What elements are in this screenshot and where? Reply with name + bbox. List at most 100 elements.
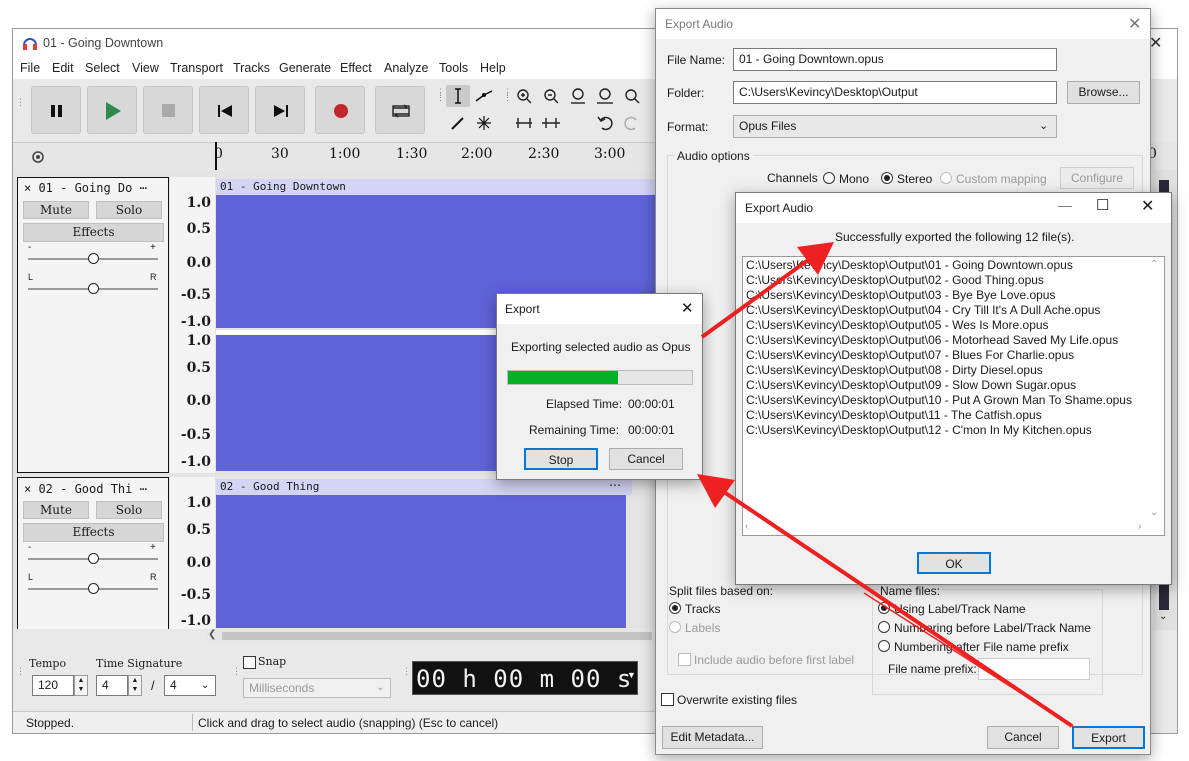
stereo-radio[interactable] bbox=[881, 172, 893, 184]
gain-slider-thumb[interactable] bbox=[88, 553, 99, 564]
close-icon[interactable]: ✕ bbox=[1141, 196, 1154, 216]
multi-tool-icon[interactable] bbox=[472, 112, 496, 134]
export-cancel-button[interactable]: Cancel bbox=[987, 726, 1059, 749]
file-list-item[interactable]: C:\Users\Kevincy\Desktop\Output\01 - Goi… bbox=[746, 258, 1146, 273]
loop-button[interactable] bbox=[375, 86, 425, 134]
redo-icon[interactable] bbox=[620, 112, 644, 134]
edit-grip[interactable]: ⋮ ⋮ bbox=[503, 88, 512, 130]
cancel-export-button[interactable]: Cancel bbox=[609, 448, 683, 470]
menu-analyze[interactable]: Analyze bbox=[384, 61, 428, 75]
fit-selection-icon[interactable] bbox=[566, 85, 590, 107]
menu-tools[interactable]: Tools bbox=[439, 61, 468, 75]
file-list-item[interactable]: C:\Users\Kevincy\Desktop\Output\05 - Wes… bbox=[746, 318, 1146, 333]
file-list-item[interactable]: C:\Users\Kevincy\Desktop\Output\04 - Cry… bbox=[746, 303, 1146, 318]
browse-button[interactable]: Browse... bbox=[1067, 81, 1140, 104]
include-audio-checkbox[interactable] bbox=[678, 653, 691, 666]
solo-button[interactable]: Solo bbox=[96, 201, 162, 219]
record-button[interactable] bbox=[315, 86, 365, 134]
effects-button[interactable]: Effects bbox=[23, 523, 164, 542]
file-list-item[interactable]: C:\Users\Kevincy\Desktop\Output\09 - Slo… bbox=[746, 378, 1146, 393]
maximize-icon[interactable]: ☐ bbox=[1096, 196, 1109, 214]
tools-grip[interactable]: ⋮ ⋮ bbox=[436, 88, 445, 130]
gain-slider-thumb[interactable] bbox=[88, 253, 99, 264]
snap-grip[interactable]: ⋮ bbox=[232, 667, 241, 689]
stop-button[interactable] bbox=[143, 86, 193, 134]
close-icon[interactable]: ✕ bbox=[1128, 14, 1141, 34]
menu-generate[interactable]: Generate bbox=[279, 61, 331, 75]
file-list-item[interactable]: C:\Users\Kevincy\Desktop\Output\03 - Bye… bbox=[746, 288, 1146, 303]
timeline-settings-icon[interactable] bbox=[29, 148, 47, 166]
name-opt3-radio[interactable] bbox=[878, 640, 890, 652]
menu-help[interactable]: Help bbox=[480, 61, 506, 75]
draw-tool-icon[interactable] bbox=[446, 112, 470, 134]
clip-header[interactable]: 01 - Going Downtown bbox=[216, 179, 656, 195]
scroll-down-icon[interactable]: ⌄ bbox=[1150, 507, 1158, 518]
file-name-input[interactable]: 01 - Going Downtown.opus bbox=[733, 48, 1057, 71]
file-list-item[interactable]: C:\Users\Kevincy\Desktop\Output\07 - Blu… bbox=[746, 348, 1146, 363]
custom-mapping-radio[interactable] bbox=[940, 172, 952, 184]
export-button[interactable]: Export bbox=[1072, 726, 1145, 749]
close-icon[interactable]: ✕ bbox=[681, 299, 694, 317]
menu-edit[interactable]: Edit bbox=[52, 61, 74, 75]
mono-radio[interactable] bbox=[823, 172, 835, 184]
toolbar-grip[interactable]: ⋮ bbox=[16, 98, 25, 120]
name-opt2-radio[interactable] bbox=[878, 621, 890, 633]
timesig-spinner-icon[interactable]: ▲ ▼ bbox=[128, 675, 142, 696]
envelope-tool-icon[interactable] bbox=[472, 85, 496, 107]
silence-icon[interactable] bbox=[539, 112, 563, 134]
caret-down-icon[interactable]: ▼ bbox=[627, 670, 636, 680]
scroll-left-icon[interactable]: ‹ bbox=[745, 521, 748, 532]
format-select[interactable]: Opus Files ⌄ bbox=[733, 115, 1057, 138]
timesig-numerator-field[interactable]: 4 bbox=[96, 675, 128, 696]
split-tracks-radio[interactable] bbox=[669, 602, 681, 614]
pan-slider-thumb[interactable] bbox=[88, 283, 99, 294]
file-list-item[interactable]: C:\Users\Kevincy\Desktop\Output\11 - The… bbox=[746, 408, 1146, 423]
snap-checkbox[interactable] bbox=[243, 656, 256, 669]
skip-end-button[interactable] bbox=[255, 86, 305, 134]
menu-tracks[interactable]: Tracks bbox=[233, 61, 270, 75]
main-close-icon[interactable]: ✕ bbox=[1149, 33, 1162, 53]
name-opt1-radio[interactable] bbox=[878, 602, 890, 614]
file-list-item[interactable]: C:\Users\Kevincy\Desktop\Output\10 - Put… bbox=[746, 393, 1146, 408]
split-labels-radio[interactable] bbox=[669, 621, 681, 633]
minimize-icon[interactable]: — bbox=[1058, 197, 1072, 213]
overwrite-checkbox[interactable] bbox=[661, 693, 674, 706]
time-display[interactable]: 00 h 00 m 00 s ▼ bbox=[412, 661, 638, 695]
file-list-item[interactable]: C:\Users\Kevincy\Desktop\Output\06 - Mot… bbox=[746, 333, 1146, 348]
selection-tool-icon[interactable] bbox=[446, 85, 470, 107]
waveform-left[interactable] bbox=[216, 495, 626, 628]
zoom-in-icon[interactable] bbox=[512, 85, 536, 107]
play-button[interactable] bbox=[87, 86, 137, 134]
mute-button[interactable]: Mute bbox=[23, 501, 89, 519]
stop-export-button[interactable]: Stop bbox=[524, 448, 598, 470]
fit-project-icon[interactable] bbox=[593, 85, 617, 107]
tempo-grip[interactable]: ⋮ bbox=[16, 667, 25, 689]
track-name-header[interactable]: × 02 - Good Thi ⋯ bbox=[24, 482, 147, 496]
zoom-out-icon[interactable] bbox=[539, 85, 563, 107]
track-name-header[interactable]: × 01 - Going Do ⋯ bbox=[24, 181, 147, 195]
clip-menu-icon[interactable]: ⋯ bbox=[609, 478, 621, 492]
edit-metadata-button[interactable]: Edit Metadata... bbox=[662, 726, 763, 749]
file-list-item[interactable]: C:\Users\Kevincy\Desktop\Output\12 - C'm… bbox=[746, 423, 1146, 438]
file-list-item[interactable]: C:\Users\Kevincy\Desktop\Output\02 - Goo… bbox=[746, 273, 1146, 288]
ok-button[interactable]: OK bbox=[917, 552, 991, 574]
menu-view[interactable]: View bbox=[132, 61, 159, 75]
tempo-field[interactable]: 120 bbox=[32, 675, 74, 696]
solo-button[interactable]: Solo bbox=[96, 501, 162, 519]
folder-input[interactable]: C:\Users\Kevincy\Desktop\Output bbox=[733, 81, 1057, 104]
prefix-input[interactable] bbox=[978, 658, 1090, 680]
menu-transport[interactable]: Transport bbox=[170, 61, 223, 75]
skip-start-button[interactable] bbox=[199, 86, 249, 134]
effects-button[interactable]: Effects bbox=[23, 223, 164, 242]
file-list-item[interactable]: C:\Users\Kevincy\Desktop\Output\08 - Dir… bbox=[746, 363, 1146, 378]
scroll-right-icon[interactable]: › bbox=[1138, 521, 1141, 532]
zoom-toggle-icon[interactable] bbox=[620, 85, 644, 107]
scrollbar-thumb[interactable] bbox=[222, 632, 652, 640]
trim-icon[interactable] bbox=[512, 112, 536, 134]
menu-effect[interactable]: Effect bbox=[340, 61, 372, 75]
scroll-down-icon[interactable]: ⌄ bbox=[1159, 611, 1167, 622]
undo-icon[interactable] bbox=[593, 112, 617, 134]
horizontal-scrollbar[interactable]: ❮ bbox=[206, 629, 655, 643]
scroll-up-icon[interactable]: ⌃ bbox=[1150, 259, 1158, 270]
tempo-spinner-icon[interactable]: ▲ ▼ bbox=[74, 675, 88, 696]
